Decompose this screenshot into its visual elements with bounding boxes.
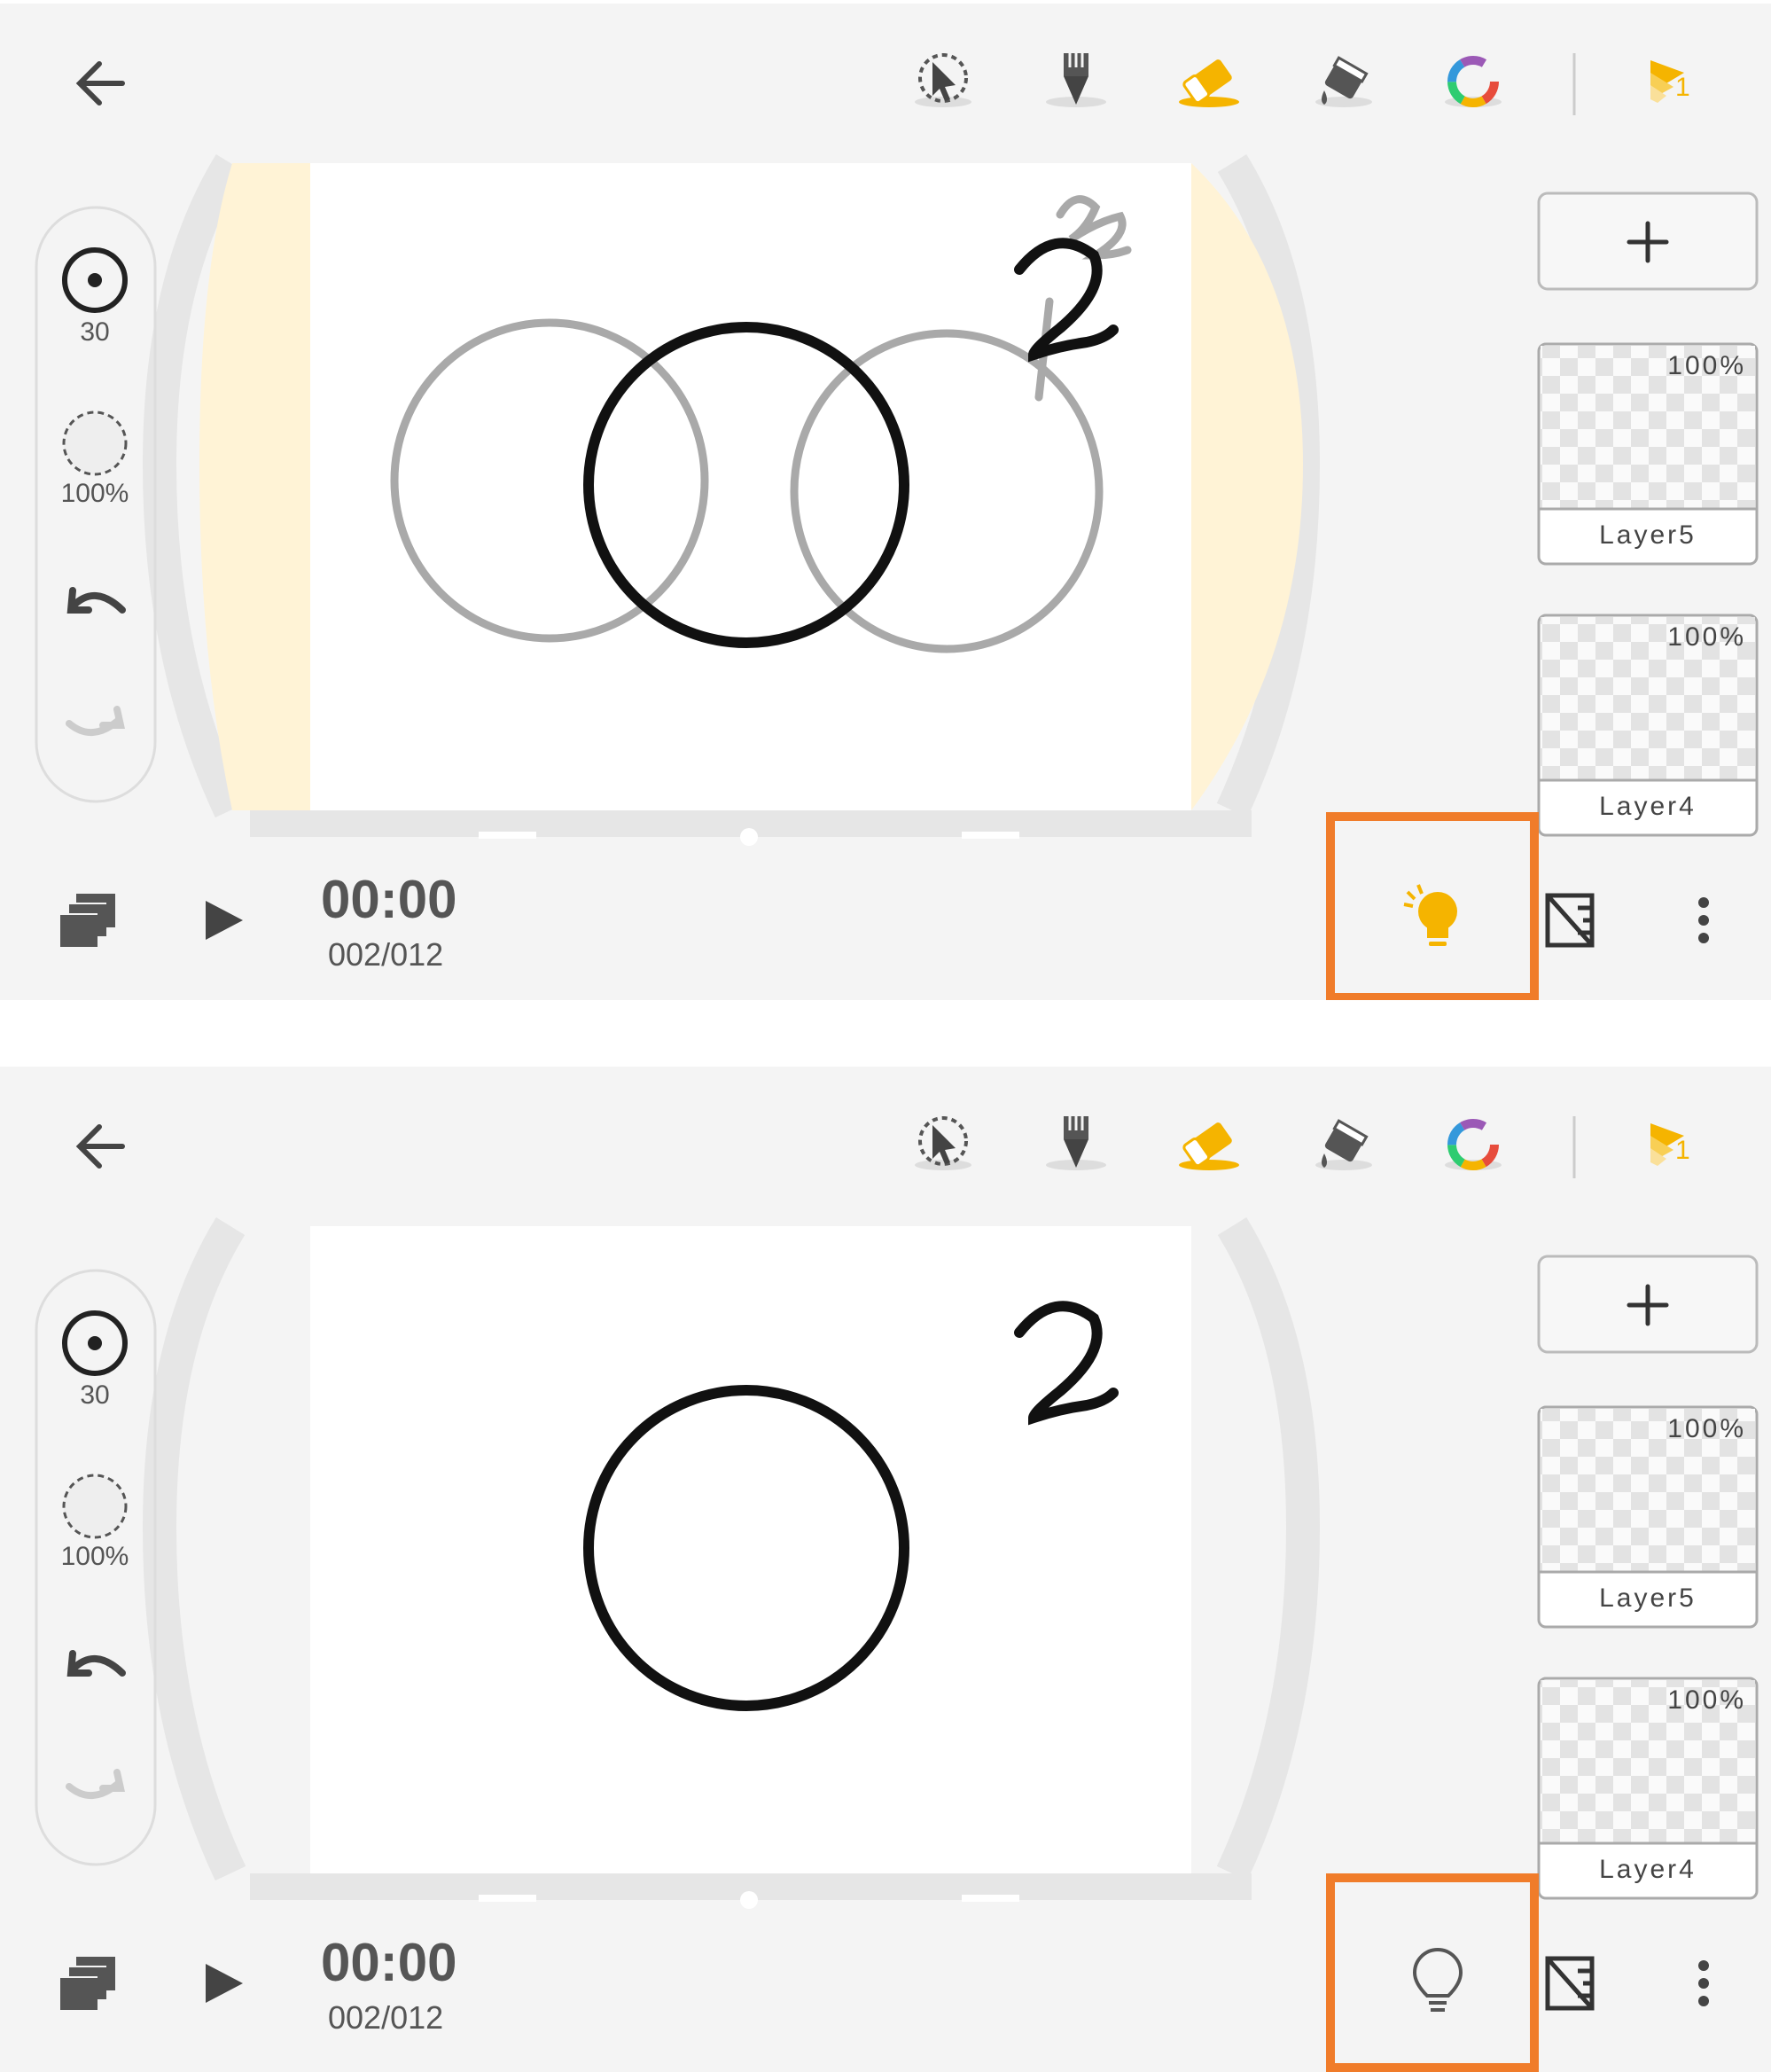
opacity-icon[interactable]	[62, 1474, 128, 1539]
editor-panel-top: 30 100% 100% Layer5 100% Layer4 00:00 00…	[0, 4, 1771, 1000]
layer4-opacity: 100% Layer4	[1539, 1678, 1757, 1898]
play-icon[interactable]	[206, 1964, 243, 2003]
brush-size-value: 30	[80, 317, 110, 347]
paint-bucket-icon[interactable]	[1315, 56, 1372, 107]
color-wheel-icon[interactable]	[1445, 56, 1502, 107]
ruler-icon[interactable]	[1545, 1956, 1595, 2011]
onion-skin-highlight-box	[1326, 812, 1539, 1000]
layer4-opacity: 100% Layer4	[1539, 615, 1757, 835]
pen-tool-icon[interactable]	[1046, 1116, 1106, 1170]
back-arrow-icon[interactable]	[75, 1124, 125, 1169]
editor-panel-bottom: 30 100% 100% Layer5 100% Layer4 00:00 00…	[0, 1067, 1771, 2072]
redo-icon[interactable]	[66, 1769, 125, 1800]
opacity-icon[interactable]	[62, 410, 128, 476]
opacity-value: 100%	[60, 1542, 129, 1571]
color-wheel-icon[interactable]	[1445, 1119, 1502, 1170]
eraser-tool-icon[interactable]	[1179, 59, 1239, 107]
more-options-icon[interactable]	[1698, 1960, 1709, 2006]
layer-badge: 1	[1675, 73, 1690, 102]
pen-tool-icon[interactable]	[1046, 53, 1106, 107]
more-options-icon[interactable]	[1698, 897, 1709, 943]
drawing-canvas[interactable]	[310, 163, 1191, 810]
timeline-frame: 002/012	[328, 936, 444, 973]
undo-icon[interactable]	[66, 1650, 126, 1677]
layer5-name: Layer5	[1599, 1583, 1697, 1613]
timeline-frame: 002/012	[328, 1999, 444, 2036]
brush-size-icon[interactable]	[62, 247, 128, 313]
layer4-name: Layer4	[1599, 1855, 1697, 1884]
layer-badge: 1	[1675, 1136, 1690, 1165]
timeline-time: 00:00	[321, 870, 457, 929]
drawing-canvas[interactable]	[310, 1226, 1191, 1873]
brush-size-value: 30	[80, 1380, 110, 1410]
onion-skin-highlight-box	[1326, 1873, 1539, 2072]
frames-icon[interactable]	[59, 1957, 115, 2010]
frames-icon[interactable]	[59, 894, 115, 947]
paint-bucket-icon[interactable]	[1315, 1119, 1372, 1170]
lasso-select-icon[interactable]	[915, 1116, 971, 1170]
brush-size-icon[interactable]	[62, 1310, 128, 1376]
timeline-time: 00:00	[321, 1933, 457, 1992]
play-icon[interactable]	[206, 901, 243, 940]
redo-icon[interactable]	[66, 706, 125, 737]
layer5-opacity: 100% Layer5	[1539, 1407, 1757, 1627]
ruler-icon[interactable]	[1545, 893, 1595, 948]
layer5-opacity: 100% Layer5	[1539, 344, 1757, 564]
eraser-tool-icon[interactable]	[1179, 1122, 1239, 1170]
undo-icon[interactable]	[66, 587, 126, 614]
back-arrow-icon[interactable]	[75, 61, 125, 106]
lasso-select-icon[interactable]	[915, 53, 971, 107]
layer5-name: Layer5	[1599, 520, 1697, 550]
opacity-value: 100%	[60, 479, 129, 508]
layer4-name: Layer4	[1599, 792, 1697, 821]
